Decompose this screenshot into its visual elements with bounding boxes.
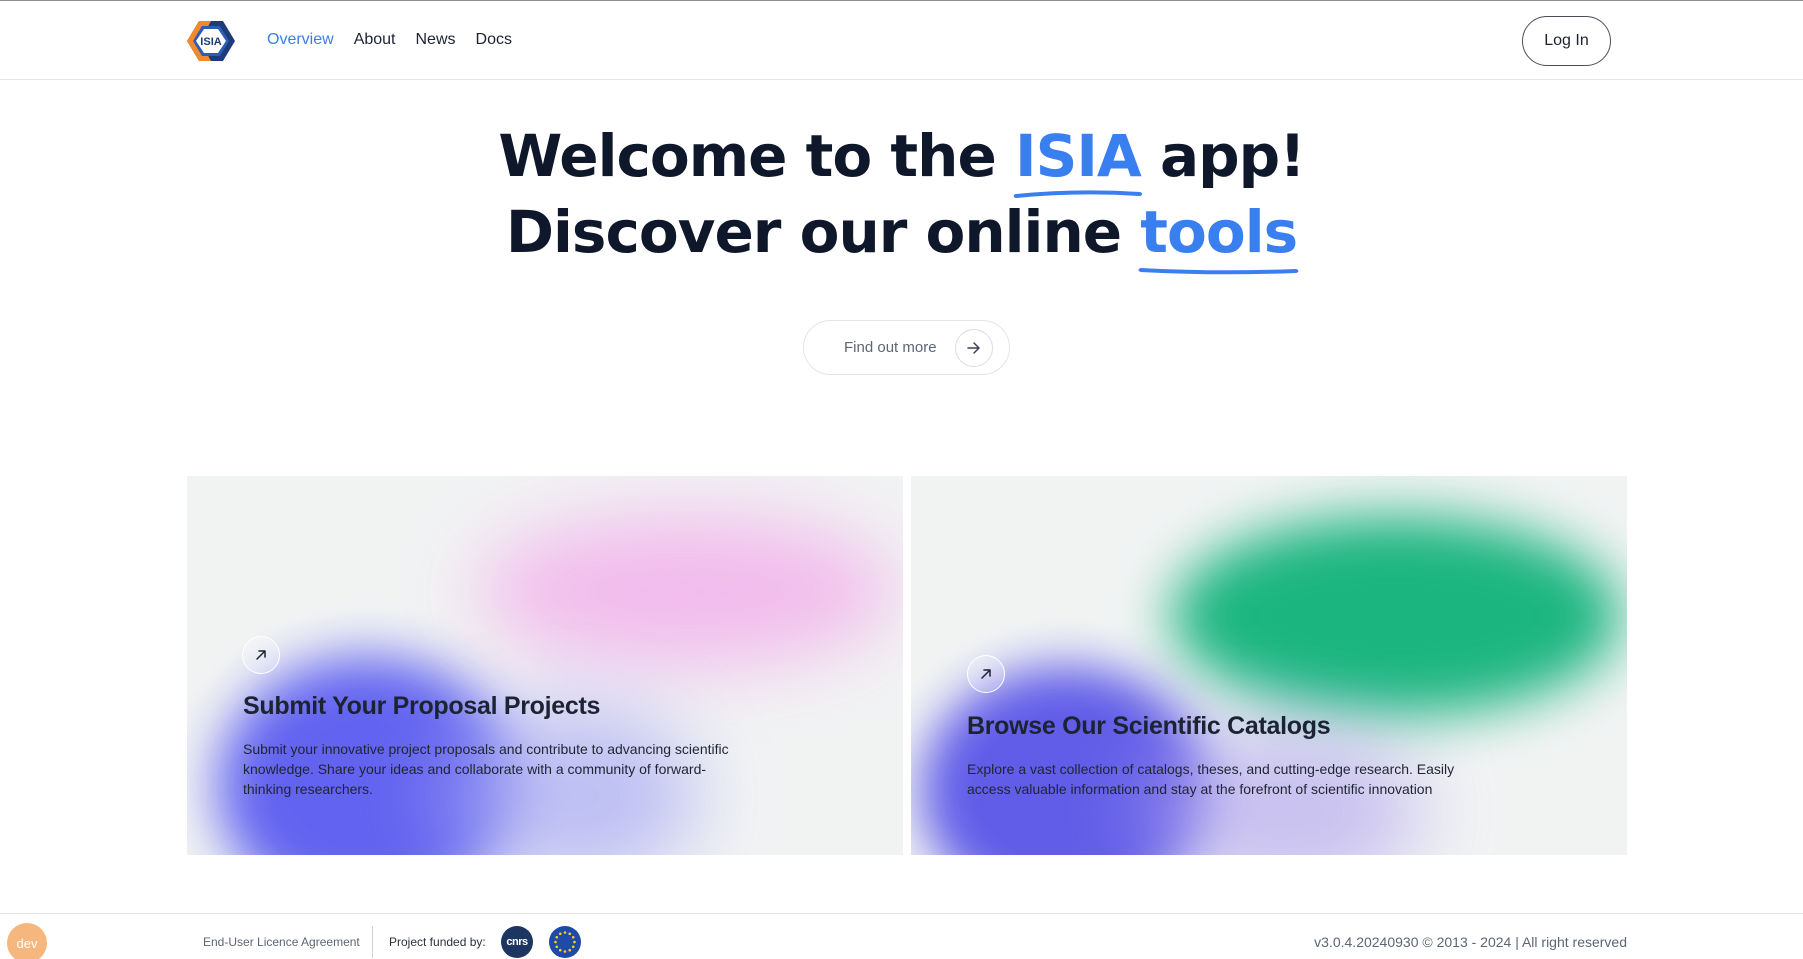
top-navbar: ISIA Overview About News Docs Log In: [0, 1, 1803, 80]
env-badge: dev: [7, 923, 47, 959]
hero-line-2: Discover our online tools: [0, 194, 1803, 275]
hero-line-1: Welcome to the ISIA app!: [0, 118, 1803, 198]
card-description: Explore a vast collection of catalogs, t…: [967, 761, 1455, 797]
card-submit-proposals[interactable]: Submit Your Proposal Projects Submit you…: [187, 476, 903, 855]
isia-logo[interactable]: ISIA: [186, 19, 236, 63]
nav-overview[interactable]: Overview: [267, 31, 334, 49]
hero-heading: Welcome to the ISIA app! Discover our on…: [0, 118, 1803, 275]
hero-accent-isia-text: ISIA: [1014, 122, 1142, 190]
nav-news[interactable]: News: [416, 31, 456, 49]
hero-line-1-end: app!: [1160, 122, 1306, 190]
funded-by-label: Project funded by:: [389, 935, 486, 949]
arrow-up-right-icon[interactable]: [967, 655, 1005, 693]
login-button[interactable]: Log In: [1522, 16, 1611, 66]
hero-line-2-start: Discover our online: [505, 198, 1122, 266]
eula-link[interactable]: End-User Licence Agreement: [203, 935, 360, 949]
underline-stroke-icon: [1138, 268, 1299, 275]
hero-accent-tools-text: tools: [1140, 198, 1298, 266]
hero-line-1-start: Welcome to the: [498, 122, 996, 190]
gradient-blob-pink: [477, 516, 897, 666]
card-title: Browse Our Scientific Catalogs: [967, 712, 1331, 740]
find-out-more-button[interactable]: Find out more: [803, 320, 1010, 375]
eu-flag-logo: [549, 926, 581, 958]
arrow-up-right-icon[interactable]: [242, 636, 280, 674]
gradient-blob-green: [1171, 516, 1621, 716]
arrow-right-icon: [955, 329, 993, 367]
card-description: Submit your innovative project proposals…: [243, 741, 729, 797]
hero-accent-tools: tools: [1138, 194, 1299, 275]
underline-stroke-icon: [1013, 190, 1143, 198]
card-browse-catalogs[interactable]: Browse Our Scientific Catalogs Explore a…: [911, 476, 1627, 855]
nav-about[interactable]: About: [354, 31, 396, 49]
nav-docs[interactable]: Docs: [476, 31, 512, 49]
hero-accent-isia: ISIA: [1013, 118, 1143, 198]
cnrs-logo: cnrs: [501, 926, 533, 958]
footer-divider: [372, 926, 373, 958]
version-copyright: v3.0.4.20240930 © 2013 - 2024 | All righ…: [1314, 934, 1627, 950]
card-title: Submit Your Proposal Projects: [243, 692, 601, 720]
main-nav: Overview About News Docs: [267, 31, 512, 49]
svg-text:ISIA: ISIA: [200, 36, 221, 48]
page-footer: dev End-User Licence Agreement Project f…: [0, 913, 1803, 959]
find-out-more-label: Find out more: [844, 339, 937, 356]
